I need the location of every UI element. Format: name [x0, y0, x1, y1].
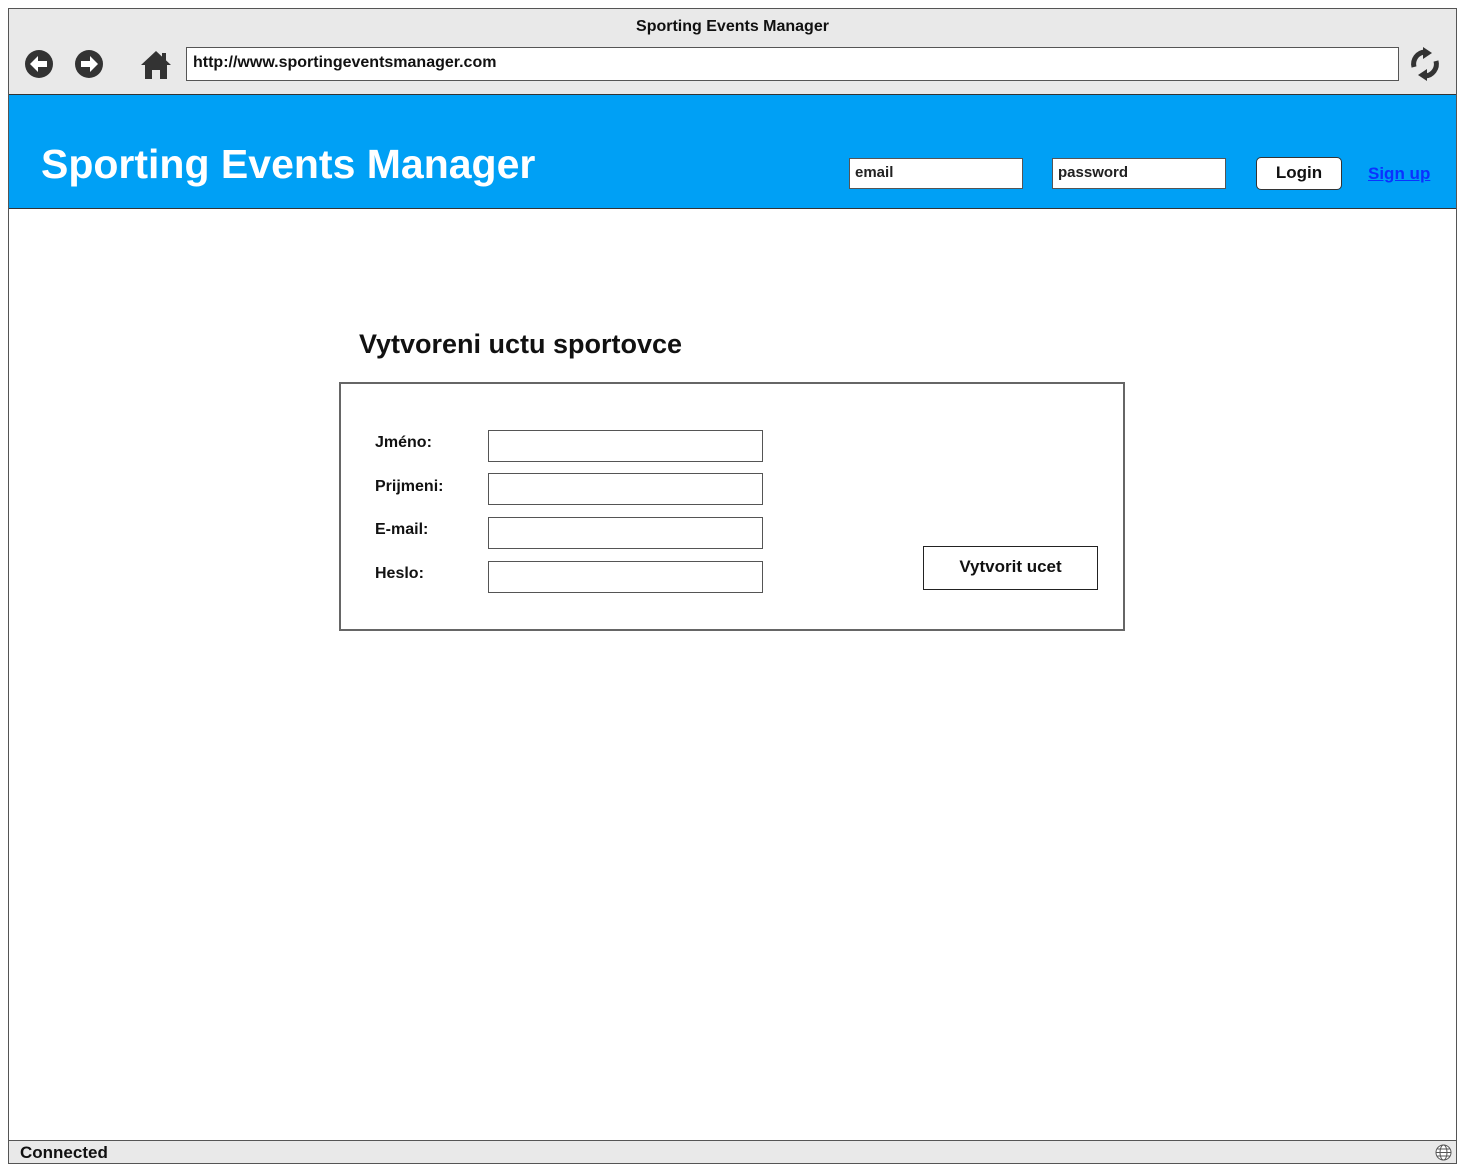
address-bar[interactable]: http://www.sportingeventsmanager.com: [186, 47, 1399, 81]
last-name-input[interactable]: [488, 473, 763, 505]
email-label: E-mail:: [375, 521, 429, 538]
title-bar: Sporting Events Manager http://www.sport…: [9, 9, 1456, 94]
refresh-icon[interactable]: [1408, 47, 1442, 81]
status-bar: Connected: [9, 1140, 1456, 1163]
email-input[interactable]: [488, 517, 763, 549]
page-title: Vytvoreni uctu sportovce: [359, 329, 683, 359]
signup-link[interactable]: Sign up: [1368, 164, 1430, 184]
create-account-button[interactable]: Vytvorit ucet: [923, 546, 1098, 590]
last-name-label: Prijmeni:: [375, 478, 444, 495]
header-email-input[interactable]: email: [849, 158, 1023, 189]
password-label: Heslo:: [375, 565, 424, 582]
first-name-label: Jméno:: [375, 434, 432, 451]
globe-icon: [1435, 1144, 1452, 1161]
back-arrow-icon[interactable]: [24, 49, 54, 79]
forward-arrow-icon[interactable]: [74, 49, 104, 79]
password-input[interactable]: [488, 561, 763, 593]
registration-form: Jméno: Prijmeni: E-mail: Heslo: Vytvorit…: [339, 382, 1125, 631]
first-name-input[interactable]: [488, 430, 763, 462]
window-title: Sporting Events Manager: [636, 18, 829, 35]
home-icon[interactable]: [139, 49, 173, 81]
login-button[interactable]: Login: [1256, 157, 1342, 190]
site-header: Sporting Events Manager email password L…: [9, 94, 1456, 209]
header-password-input[interactable]: password: [1052, 158, 1226, 189]
site-brand: Sporting Events Manager: [41, 141, 536, 187]
browser-window: Sporting Events Manager http://www.sport…: [8, 8, 1457, 1164]
status-text: Connected: [20, 1143, 108, 1162]
